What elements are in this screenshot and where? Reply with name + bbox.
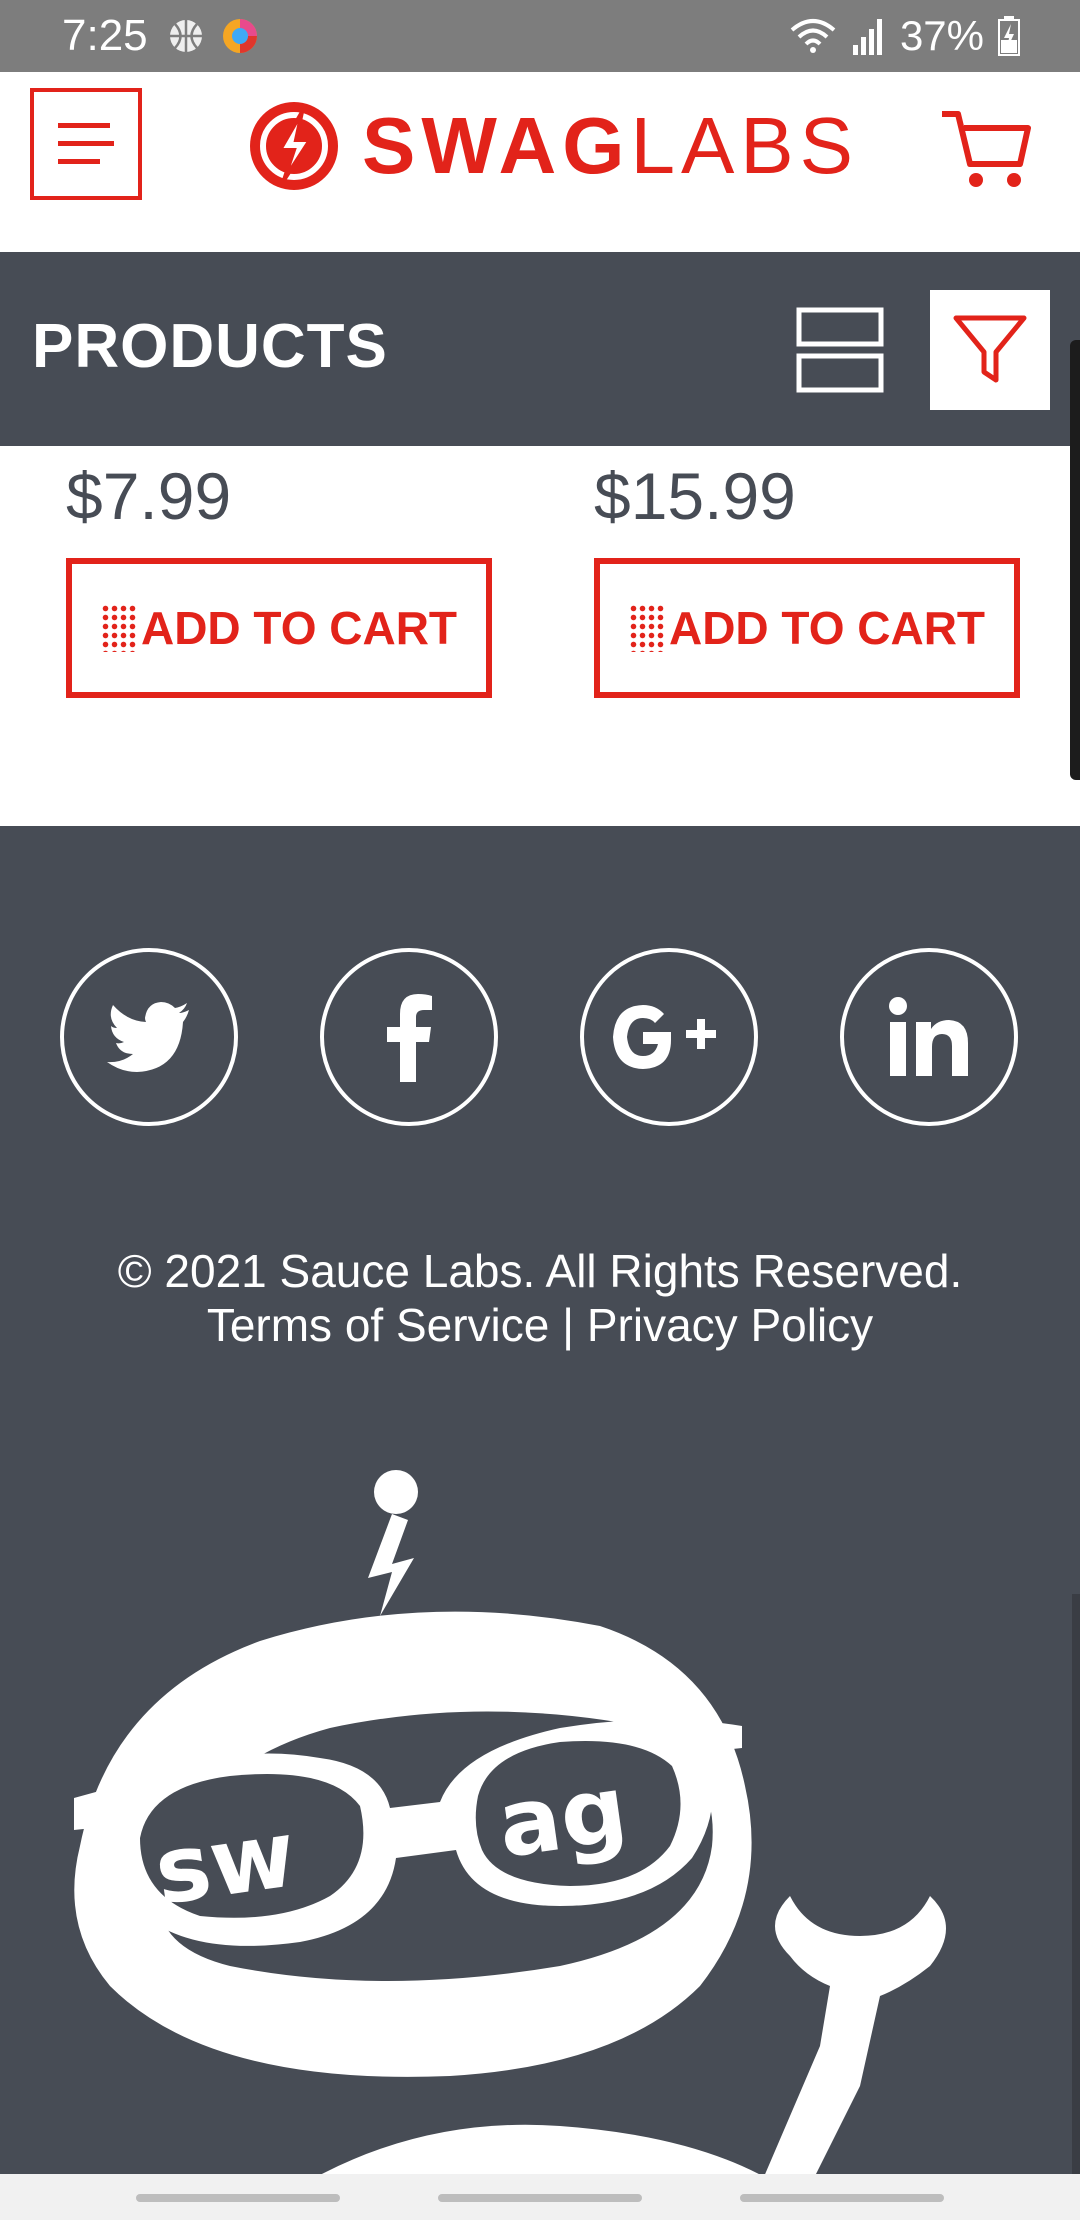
page-title: PRODUCTS xyxy=(32,312,388,381)
twitter-button[interactable] xyxy=(60,948,238,1126)
drag-handle-icon xyxy=(628,604,665,652)
nav-home-handle[interactable] xyxy=(438,2194,642,2202)
copyright-text: © 2021 Sauce Labs. All Rights Reserved. xyxy=(117,1245,963,1297)
add-to-cart-button-2[interactable]: ADD TO CART xyxy=(594,558,1020,698)
facebook-button[interactable] xyxy=(320,948,498,1126)
brand-name: SWAGLABS xyxy=(362,100,859,192)
nav-back-handle[interactable] xyxy=(740,2194,944,2202)
battery-percent: 37% xyxy=(899,12,984,59)
status-bar: 7:25 37% xyxy=(0,0,1080,72)
mascot-text-left: sw xyxy=(149,1800,302,1925)
wifi-icon xyxy=(790,19,836,53)
brand-bold: SWAG xyxy=(362,101,631,190)
add-to-cart-button-1[interactable]: ADD TO CART xyxy=(66,558,492,698)
signal-icon xyxy=(852,19,882,55)
add-to-cart-label: ADD TO CART xyxy=(668,602,986,654)
product-price-2: $15.99 xyxy=(594,459,796,533)
product-list: $7.99 ADD TO CART $15.99 ADD TO CART xyxy=(0,446,1080,826)
status-indicators: 37% xyxy=(788,10,1020,62)
layout-toggle-button[interactable] xyxy=(796,306,884,394)
google-plus-icon xyxy=(613,1005,716,1069)
facebook-icon xyxy=(387,994,432,1082)
linkedin-icon xyxy=(889,997,968,1076)
add-to-cart-label: ADD TO CART xyxy=(140,602,458,654)
menu-icon xyxy=(58,123,114,164)
list-layout-icon xyxy=(796,307,884,393)
brand-light: LABS xyxy=(630,101,860,190)
filter-button[interactable] xyxy=(930,290,1050,410)
system-navigation-bar xyxy=(0,2174,1080,2220)
footer-separator: | xyxy=(562,1299,575,1351)
battery-charging-icon xyxy=(998,16,1020,56)
swag-bot-mascot: sw ag xyxy=(74,1470,946,2174)
privacy-policy-link[interactable]: Privacy Policy xyxy=(587,1299,873,1351)
nav-recent-handle[interactable] xyxy=(136,2194,340,2202)
google-plus-button[interactable] xyxy=(580,948,758,1126)
scrollbar[interactable] xyxy=(1070,340,1080,780)
scrollbar-track xyxy=(1072,1594,1080,2174)
basketball-icon xyxy=(170,20,202,52)
cart-button[interactable] xyxy=(938,100,1034,196)
product-price-1: $7.99 xyxy=(66,459,232,533)
browser-app-icon xyxy=(223,19,257,53)
cart-icon xyxy=(942,111,1031,187)
app-header: SWAGLABS xyxy=(0,72,1080,252)
products-header: PRODUCTS xyxy=(0,252,1080,446)
swag-labs-logo: SWAGLABS xyxy=(248,100,859,192)
terms-of-service-link[interactable]: Terms of Service xyxy=(207,1299,550,1351)
filter-icon xyxy=(953,315,1027,383)
footer: © 2021 Sauce Labs. All Rights Reserved. … xyxy=(0,826,1080,2174)
lightning-logo-icon xyxy=(250,102,338,190)
menu-button[interactable] xyxy=(30,88,142,200)
mascot-text-right: ag xyxy=(492,1755,634,1879)
twitter-icon xyxy=(107,1002,189,1072)
status-time: 7:25 xyxy=(62,11,148,60)
drag-handle-icon xyxy=(100,604,137,652)
linkedin-button[interactable] xyxy=(840,948,1018,1126)
footer-legal: © 2021 Sauce Labs. All Rights Reserved. … xyxy=(0,1244,1080,1352)
